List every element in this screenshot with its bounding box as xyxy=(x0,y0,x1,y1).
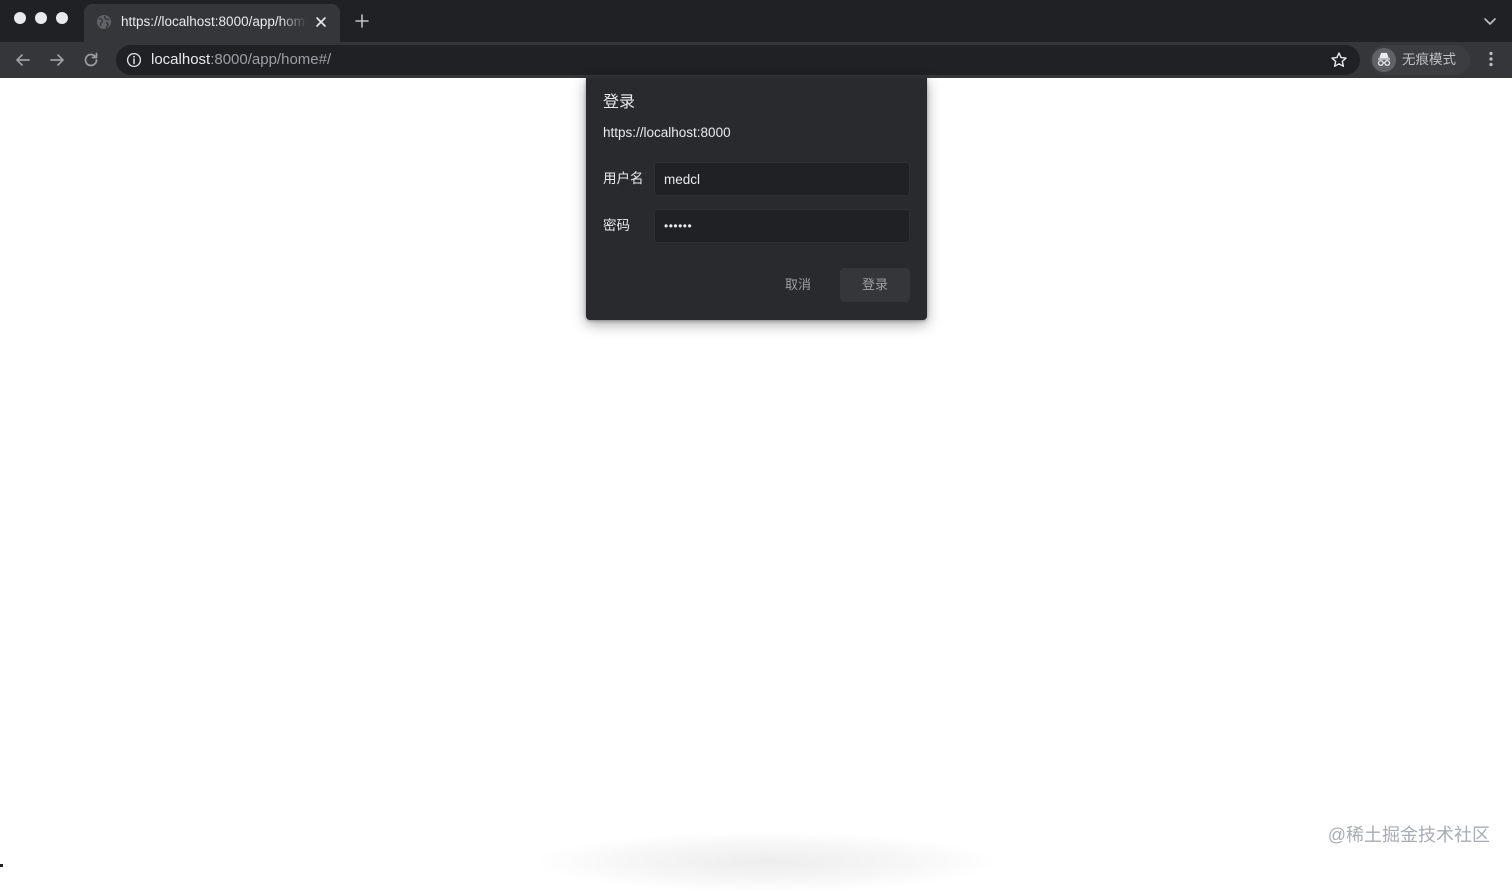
browser-tabstrip: https://localhost:8000/app/home#/ xyxy=(0,0,1512,42)
browser-toolbar: localhost:8000/app/home#/ 无痕模式 xyxy=(0,42,1512,78)
password-input[interactable] xyxy=(654,209,910,243)
incognito-icon xyxy=(1372,48,1396,72)
window-minimize-dot[interactable] xyxy=(35,12,47,24)
address-bar[interactable]: localhost:8000/app/home#/ xyxy=(116,45,1360,75)
url-text: localhost:8000/app/home#/ xyxy=(151,51,331,69)
star-icon[interactable] xyxy=(1330,51,1348,69)
plus-icon[interactable] xyxy=(353,12,371,30)
arrow-left-icon[interactable] xyxy=(13,50,33,70)
url-host: localhost xyxy=(151,51,211,68)
login-button[interactable]: 登录 xyxy=(840,268,910,302)
chevron-down-icon[interactable] xyxy=(1482,13,1498,29)
password-label: 密码 xyxy=(603,218,630,233)
tab-title: https://localhost:8000/app/home#/ xyxy=(121,14,307,29)
info-icon[interactable] xyxy=(126,52,142,68)
username-label: 用户名 xyxy=(603,171,644,186)
username-input[interactable] xyxy=(654,162,910,196)
reload-icon[interactable] xyxy=(81,50,101,70)
browser-tab[interactable]: https://localhost:8000/app/home#/ xyxy=(84,4,340,42)
dialog-title: 登录 xyxy=(603,94,636,111)
url-path: :8000/app/home#/ xyxy=(210,51,332,68)
window-zoom-dot[interactable] xyxy=(56,12,68,24)
cancel-button[interactable]: 取消 xyxy=(772,268,824,302)
kebab-menu-icon[interactable] xyxy=(1481,49,1501,69)
arrow-right-icon[interactable] xyxy=(47,50,67,70)
corner-mark xyxy=(0,864,3,867)
login-dialog: 登录 https://localhost:8000 用户名 密码 取消 登录 xyxy=(586,78,927,320)
page-bottom-shadow xyxy=(536,832,996,892)
close-icon[interactable] xyxy=(313,14,329,30)
window-close-dot[interactable] xyxy=(14,12,26,24)
dialog-origin: https://localhost:8000 xyxy=(603,125,731,140)
incognito-label: 无痕模式 xyxy=(1402,52,1456,67)
incognito-badge[interactable]: 无痕模式 xyxy=(1370,45,1470,75)
globe-icon xyxy=(97,15,111,29)
watermark-text: @稀土掘金技术社区 xyxy=(1327,825,1490,845)
